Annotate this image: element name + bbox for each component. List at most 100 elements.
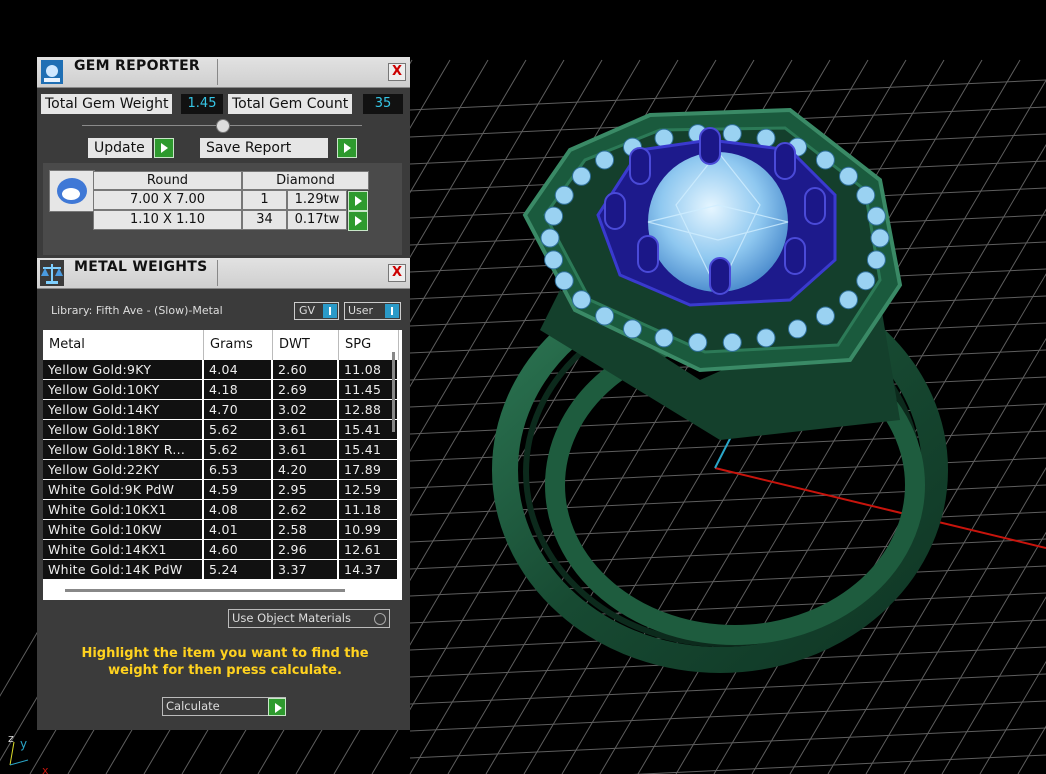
gv-label: GV xyxy=(299,304,316,317)
user-label: User xyxy=(348,304,374,317)
table-cell: White Gold:9K PdW xyxy=(43,480,202,499)
table-cell: 5.62 xyxy=(204,440,271,459)
gem-reporter-titlebar[interactable]: GEM REPORTER X xyxy=(37,57,410,88)
table-cell: Yellow Gold:18KY xyxy=(43,420,202,439)
table-cell: 4.18 xyxy=(204,380,271,399)
table-cell: 2.60 xyxy=(273,360,337,379)
calculate-label: Calculate xyxy=(166,699,220,713)
table-cell: 4.20 xyxy=(273,460,337,479)
gizmo-y-label: y xyxy=(20,737,27,751)
column-header[interactable]: SPG xyxy=(339,330,399,360)
gem-size-cell: 7.00 X 7.00 xyxy=(93,190,242,210)
calculate-play-icon[interactable] xyxy=(268,698,286,716)
table-row[interactable]: White Gold:14K PdW 5.24 3.37 14.37 xyxy=(43,560,397,580)
table-cell: Yellow Gold:9KY xyxy=(43,360,202,379)
column-header[interactable]: Grams xyxy=(204,330,273,360)
table-cell: Yellow Gold:22KY xyxy=(43,460,202,479)
update-play-icon[interactable] xyxy=(154,138,174,158)
gizmo-x-label: x xyxy=(42,764,49,774)
gizmo-z-label: z xyxy=(8,732,14,745)
user-toggle[interactable]: User xyxy=(344,302,401,320)
gem-reporter-panel: GEM REPORTER X Total Gem Weight 1.45 Tot… xyxy=(37,57,410,262)
update-button[interactable]: Update xyxy=(88,138,152,158)
column-header[interactable]: DWT xyxy=(273,330,339,360)
header-shape: Round xyxy=(93,171,242,190)
horizontal-scrollbar[interactable] xyxy=(65,589,345,592)
table-cell: White Gold:10KW xyxy=(43,520,202,539)
radio-icon[interactable] xyxy=(374,613,386,625)
total-gem-count-label: Total Gem Count xyxy=(228,94,353,114)
gv-switch-icon[interactable] xyxy=(323,304,337,318)
table-cell: 5.62 xyxy=(204,420,271,439)
use-object-materials-toggle[interactable]: Use Object Materials xyxy=(228,609,390,628)
table-cell: 12.61 xyxy=(339,540,397,559)
gem-row-play-icon[interactable] xyxy=(348,191,368,211)
table-row[interactable]: White Gold:10KW 4.01 2.58 10.99 xyxy=(43,520,397,540)
table-cell: 12.88 xyxy=(339,400,397,419)
table-cell: 10.99 xyxy=(339,520,397,539)
table-cell: 3.61 xyxy=(273,420,337,439)
save-report-play-icon[interactable] xyxy=(337,138,357,158)
titlebar-divider xyxy=(217,59,218,85)
table-cell: 11.45 xyxy=(339,380,397,399)
close-icon[interactable]: X xyxy=(388,63,406,81)
gem-reporter-title: GEM REPORTER xyxy=(74,58,201,74)
table-row[interactable]: White Gold:10KX1 4.08 2.62 11.18 xyxy=(43,500,397,520)
metal-weights-title: METAL WEIGHTS xyxy=(74,259,208,275)
header-type: Diamond xyxy=(242,171,369,190)
total-gem-weight-label: Total Gem Weight xyxy=(41,94,173,114)
splitter-knob-icon[interactable] xyxy=(216,119,230,133)
table-row[interactable]: Yellow Gold:14KY 4.70 3.02 12.88 xyxy=(43,400,397,420)
gem-weight-cell: 0.17tw xyxy=(287,210,347,230)
user-switch-icon[interactable] xyxy=(385,304,399,318)
scale-icon xyxy=(40,260,64,286)
total-gem-weight-value: 1.45 xyxy=(181,94,223,114)
vertical-scrollbar[interactable] xyxy=(392,352,395,432)
gem-report-icon xyxy=(41,60,63,84)
table-row[interactable]: Yellow Gold:9KY 4.04 2.60 11.08 xyxy=(43,360,397,380)
table-cell: White Gold:10KX1 xyxy=(43,500,202,519)
table-cell: 2.58 xyxy=(273,520,337,539)
gem-row-play-icon[interactable] xyxy=(348,211,368,231)
table-cell: 2.62 xyxy=(273,500,337,519)
table-cell: 12.59 xyxy=(339,480,397,499)
table-cell: 4.70 xyxy=(204,400,271,419)
metal-weights-titlebar[interactable]: METAL WEIGHTS X xyxy=(37,258,410,289)
table-cell: 3.37 xyxy=(273,560,337,579)
table-cell: 4.60 xyxy=(204,540,271,559)
table-row[interactable]: White Gold:14KX1 4.60 2.96 12.61 xyxy=(43,540,397,560)
table-row[interactable]: Yellow Gold:22KY 6.53 4.20 17.89 xyxy=(43,460,397,480)
table-cell: White Gold:14KX1 xyxy=(43,540,202,559)
table-row[interactable]: Yellow Gold:18KY 5.62 3.61 15.41 xyxy=(43,420,397,440)
gv-toggle[interactable]: GV xyxy=(294,302,339,320)
save-report-button[interactable]: Save Report xyxy=(200,138,328,158)
column-header[interactable]: Metal xyxy=(43,330,204,360)
metal-weights-panel: METAL WEIGHTS X Library: Fifth Ave - (Sl… xyxy=(37,258,410,730)
library-label: Library: Fifth Ave - (Slow)-Metal xyxy=(51,304,223,317)
table-cell: White Gold:14K PdW xyxy=(43,560,202,579)
table-cell: Yellow Gold:14KY xyxy=(43,400,202,419)
table-row[interactable]: Yellow Gold:18KY R... 5.62 3.61 15.41 xyxy=(43,440,397,460)
table-cell: 15.41 xyxy=(339,440,397,459)
table-cell: 11.08 xyxy=(339,360,397,379)
gem-count-cell: 1 xyxy=(242,190,287,210)
x-axis-line xyxy=(714,467,1046,549)
table-cell: 3.02 xyxy=(273,400,337,419)
ring-model[interactable] xyxy=(492,107,948,673)
table-row[interactable]: Yellow Gold:10KY 4.18 2.69 11.45 xyxy=(43,380,397,400)
table-cell: 3.61 xyxy=(273,440,337,459)
table-row[interactable]: White Gold:9K PdW 4.59 2.95 12.59 xyxy=(43,480,397,500)
table-cell: 6.53 xyxy=(204,460,271,479)
round-gem-icon[interactable] xyxy=(49,170,95,212)
total-gem-count-value: 35 xyxy=(363,94,403,114)
table-cell: 4.59 xyxy=(204,480,271,499)
metal-weights-table[interactable]: Metal Grams DWT SPG Yellow Gold:9KY 4.04 2.60… xyxy=(43,330,402,600)
table-cell: 5.24 xyxy=(204,560,271,579)
table-cell: 15.41 xyxy=(339,420,397,439)
table-cell: 2.96 xyxy=(273,540,337,559)
use-object-materials-label: Use Object Materials xyxy=(232,611,351,625)
titlebar-divider xyxy=(217,260,218,286)
close-icon[interactable]: X xyxy=(388,264,406,282)
table-cell: 14.37 xyxy=(339,560,397,579)
table-cell: Yellow Gold:18KY R... xyxy=(43,440,202,459)
